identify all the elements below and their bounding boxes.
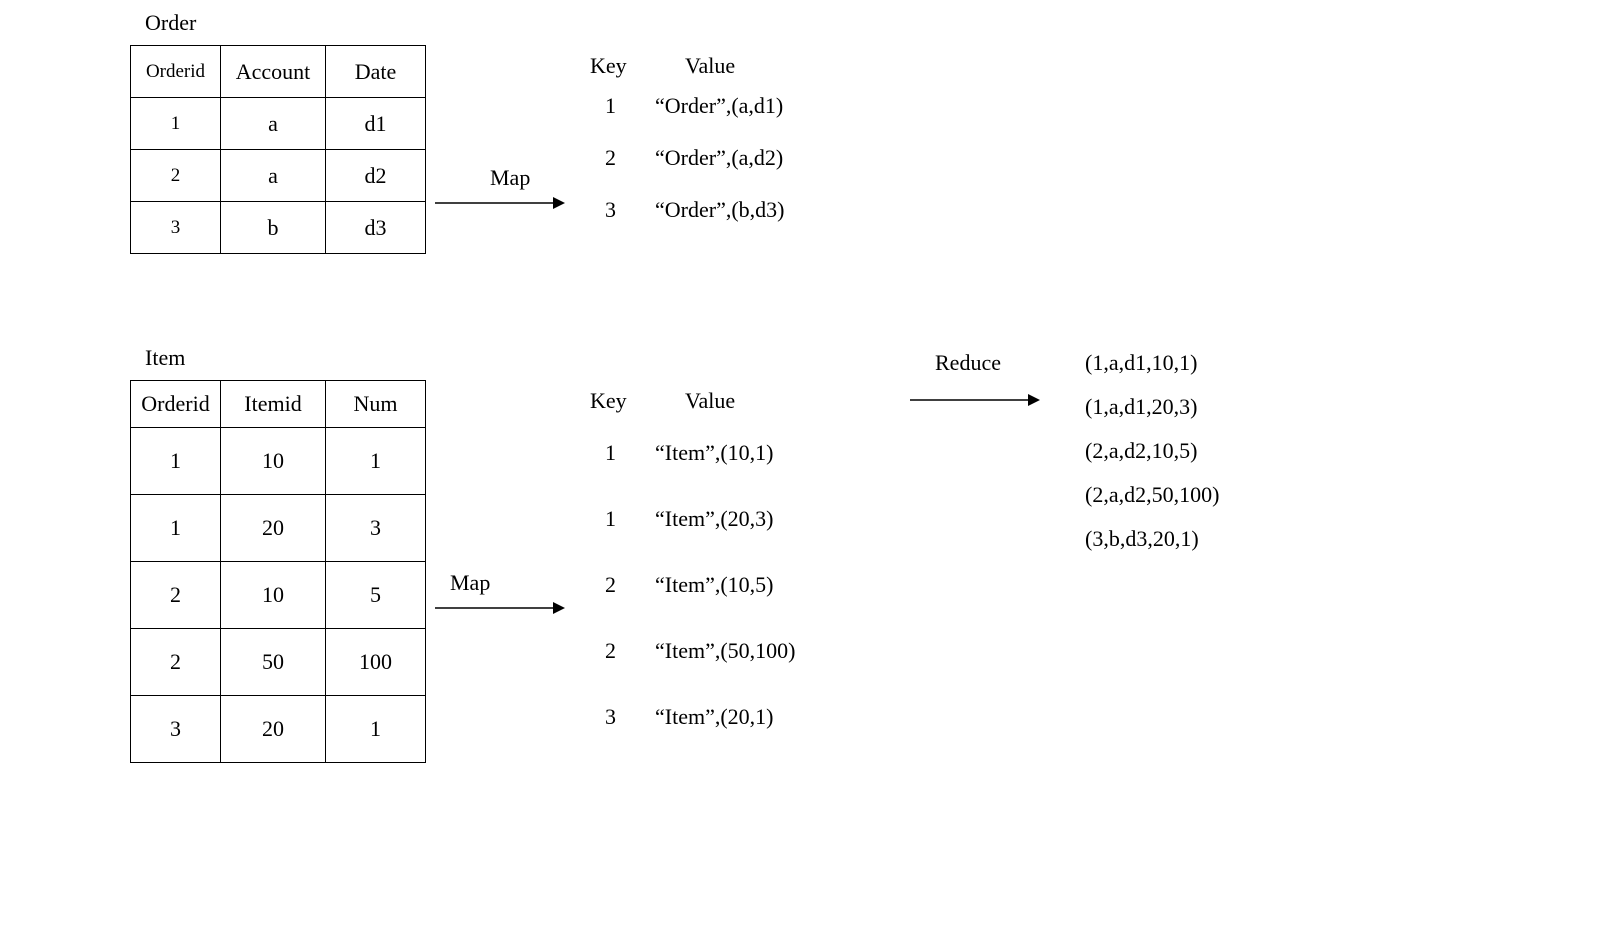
- result-row: (3,b,d3,20,1): [1085, 528, 1219, 550]
- item-table: Orderid Itemid Num 1 10 1 1 20 3 2 10 5 …: [130, 380, 426, 763]
- kv-row: 1 “Item”,(20,3): [590, 508, 835, 530]
- reduce-label: Reduce: [935, 350, 1001, 376]
- map-output-item: Key Value 1 “Item”,(10,1) 1 “Item”,(20,3…: [590, 390, 835, 772]
- arrow-icon: [435, 195, 565, 215]
- kv-row: 2 “Item”,(10,5): [590, 574, 835, 596]
- order-title: Order: [145, 10, 196, 36]
- value-header: Value: [685, 55, 835, 77]
- order-header-account: Account: [221, 46, 326, 98]
- arrow-icon: [435, 600, 565, 620]
- table-row: 2 a d2: [131, 150, 426, 202]
- order-header-orderid: Orderid: [131, 46, 221, 98]
- table-row: 3 b d3: [131, 202, 426, 254]
- result-row: (1,a,d1,20,3): [1085, 396, 1219, 418]
- kv-row: 1 “Item”,(10,1): [590, 442, 835, 464]
- mapreduce-diagram: Order Orderid Account Date 1 a d1 2 a d2…: [100, 40, 1500, 910]
- value-header: Value: [685, 390, 835, 412]
- item-title: Item: [145, 345, 185, 371]
- result-row: (1,a,d1,10,1): [1085, 352, 1219, 374]
- item-header-itemid: Itemid: [221, 381, 326, 428]
- item-header-num: Num: [326, 381, 426, 428]
- result-row: (2,a,d2,10,5): [1085, 440, 1219, 462]
- table-header-row: Orderid Itemid Num: [131, 381, 426, 428]
- arrow-icon: [910, 392, 1040, 412]
- kv-row: 1 “Order”,(a,d1): [590, 95, 835, 117]
- order-table: Orderid Account Date 1 a d1 2 a d2 3 b d…: [130, 45, 426, 254]
- kv-row: 2 “Order”,(a,d2): [590, 147, 835, 169]
- table-row: 1 a d1: [131, 98, 426, 150]
- kv-row: 3 “Item”,(20,1): [590, 706, 835, 728]
- table-row: 2 50 100: [131, 629, 426, 696]
- result-row: (2,a,d2,50,100): [1085, 484, 1219, 506]
- kv-row: 3 “Order”,(b,d3): [590, 199, 835, 221]
- table-row: 1 10 1: [131, 428, 426, 495]
- map-label-2: Map: [450, 570, 490, 596]
- order-header-date: Date: [326, 46, 426, 98]
- key-header: Key: [590, 390, 685, 412]
- table-row: 3 20 1: [131, 696, 426, 763]
- table-row: 2 10 5: [131, 562, 426, 629]
- kv-row: 2 “Item”,(50,100): [590, 640, 835, 662]
- table-row: 1 20 3: [131, 495, 426, 562]
- table-header-row: Orderid Account Date: [131, 46, 426, 98]
- map-output-order: Key Value 1 “Order”,(a,d1) 2 “Order”,(a,…: [590, 55, 835, 251]
- reduce-output: (1,a,d1,10,1) (1,a,d1,20,3) (2,a,d2,10,5…: [1085, 352, 1219, 572]
- key-header: Key: [590, 55, 685, 77]
- item-header-orderid: Orderid: [131, 381, 221, 428]
- map-label-1: Map: [490, 165, 530, 191]
